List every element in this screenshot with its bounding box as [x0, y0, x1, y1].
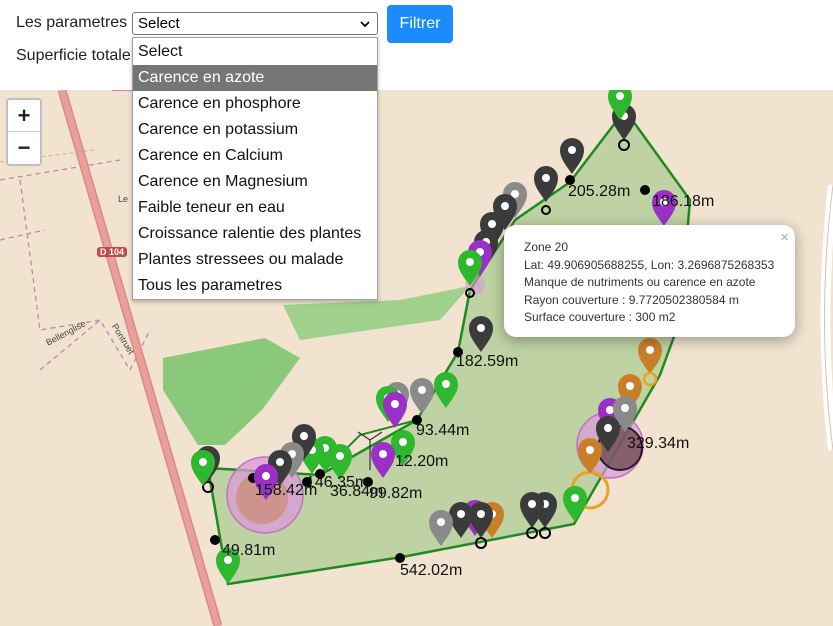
boundary-line — [0, 229, 46, 241]
map-base-layer — [0, 90, 833, 626]
distance-label: 186.18m — [652, 193, 715, 210]
select-value: Select — [138, 15, 180, 32]
dropdown-option-phosphore[interactable]: Carence en phosphore — [133, 91, 377, 117]
distance-label: 205.28m — [568, 183, 631, 200]
parameters-label: Les parametres — [16, 14, 128, 31]
dropdown-option-tous[interactable]: Tous les parametres — [133, 273, 377, 299]
dropdown-option-potassium[interactable]: Carence en potassium — [133, 117, 377, 143]
popup-surface: Surface couverture : 300 m2 — [524, 310, 676, 324]
popup-radius: Rayon couverture : 9.7720502380584 m — [524, 292, 739, 307]
dropdown-option-calcium[interactable]: Carence en Calcium — [133, 143, 377, 169]
dropdown-option-stress[interactable]: Plantes stressees ou malade — [133, 247, 377, 273]
street-label: Le — [118, 194, 129, 204]
dropdown-option-select[interactable]: Select — [133, 39, 377, 65]
dropdown-option-magnesium[interactable]: Carence en Magnesium — [133, 169, 377, 195]
filter-toolbar: Les parametres Select Filtrer Superficie… — [0, 0, 833, 90]
dropdown-option-azote[interactable]: Carence en azote — [133, 65, 377, 91]
dropdown-option-eau[interactable]: Faible teneur en eau — [133, 195, 377, 221]
distance-label: 12.20m — [395, 453, 449, 470]
popup-coordinates: Lat: 49.906905688255, Lon: 3.26968752683… — [524, 257, 775, 272]
road-badge: D 104 — [97, 247, 128, 257]
zoom-out-button[interactable]: − — [8, 132, 40, 163]
filter-button[interactable]: Filtrer — [387, 5, 453, 43]
edge-road — [820, 184, 833, 451]
parameters-select[interactable]: Select — [132, 12, 378, 35]
distance-label: 542.02m — [400, 562, 463, 579]
popup-issue: Manque de nutriments ou carence en azote — [524, 275, 756, 289]
distance-label: 182.59m — [456, 353, 519, 370]
zoom-control: + − — [6, 98, 42, 166]
distance-label: 93.44m — [416, 422, 470, 439]
dropdown-option-croissance[interactable]: Croissance ralentie des plantes — [133, 221, 377, 247]
zoom-in-button[interactable]: + — [8, 100, 40, 132]
close-icon[interactable]: × — [780, 229, 789, 247]
zone-popup: × Zone 20 Lat: 49.906905688255, Lon: 3.2… — [504, 225, 795, 337]
parameters-dropdown: Select Carence en azote Carence en phosp… — [132, 37, 378, 300]
total-surface-label: Superficie totale — [16, 47, 131, 64]
chevron-down-icon — [360, 21, 370, 28]
park-area — [163, 338, 300, 445]
distance-label: 49.81m — [222, 542, 276, 559]
distance-label: 329.34m — [627, 435, 690, 452]
popup-title: Zone 20 — [524, 240, 569, 254]
distance-label: 99.82m — [369, 485, 423, 502]
map-canvas[interactable]: D 104 Bellenglise Pontruet Le 205.28m 18… — [0, 90, 833, 626]
